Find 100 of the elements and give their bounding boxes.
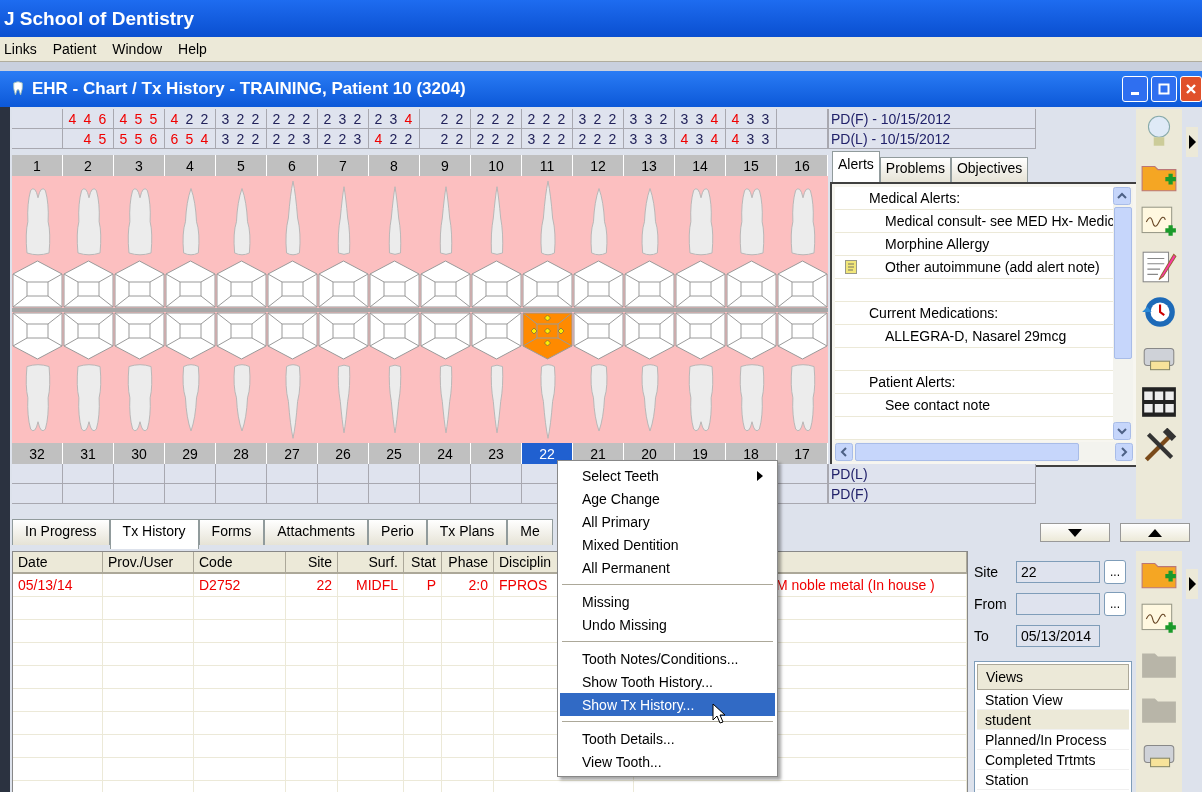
pocket-depth-value: 3 [694, 130, 705, 147]
field-label: From [974, 596, 1008, 612]
pocket-depth-value: 2 [607, 130, 618, 147]
pocket-depth-value: 4 [373, 130, 384, 147]
pocket-depth-value: 2 [373, 110, 384, 127]
pocket-depth-value: 4 [679, 130, 690, 147]
pocket-depth-value: 3 [352, 130, 363, 147]
field-label: To [974, 628, 990, 644]
pocket-depth-value: 3 [658, 130, 669, 147]
table-cell: P [404, 574, 442, 597]
pocket-depth-label: PD(L) [828, 464, 1036, 484]
pocket-depth-value: 3 [694, 110, 705, 127]
views-header: Views [977, 664, 1129, 690]
pocket-depth-value: 4 [730, 110, 741, 127]
pocket-depth-value: 2 [235, 130, 246, 147]
pocket-depth-value: 6 [169, 130, 180, 147]
pocket-depth-value: 2 [592, 110, 603, 127]
pocket-depth-value: 3 [220, 130, 231, 147]
pocket-depth-value: 6 [148, 130, 159, 147]
alert-item: ALLEGRA-D, Nasarel 29mcg [884, 328, 1067, 344]
pocket-depth-value: 2 [490, 110, 501, 127]
pocket-depth-value: 2 [322, 110, 333, 127]
pocket-depth-value: 5 [133, 110, 144, 127]
table-cell: 05/13/14 [13, 574, 103, 597]
pocket-depth-value: 6 [97, 110, 108, 127]
pocket-depth-value: 3 [577, 110, 588, 127]
pocket-depth-value: 2 [271, 130, 282, 147]
pocket-depth-value: 4 [169, 110, 180, 127]
pocket-depth-value: 2 [235, 110, 246, 127]
pocket-depth-value: 2 [454, 110, 465, 127]
pocket-depth-value: 3 [745, 130, 756, 147]
pocket-depth-value: 2 [556, 110, 567, 127]
pocket-depth-value: 2 [439, 110, 450, 127]
table-cell: 22 [286, 574, 338, 597]
pocket-depth-value: 4 [67, 110, 78, 127]
pocket-depth-value: 2 [541, 130, 552, 147]
pocket-depth-value: 3 [643, 130, 654, 147]
pocket-depth-value: 2 [271, 110, 282, 127]
pocket-depth-value: 3 [679, 110, 690, 127]
app-title: J School of Dentistry [4, 7, 195, 30]
alert-item: Morphine Allergy [884, 236, 990, 252]
alert-heading: Medical Alerts: [868, 190, 961, 206]
pocket-depth-label: PD(F) - 10/15/2012 [828, 109, 1036, 129]
pocket-depth-value: 2 [352, 110, 363, 127]
pocket-depth-value: 4 [118, 110, 129, 127]
pocket-depth-value: 2 [490, 130, 501, 147]
pocket-depth-value: 2 [301, 110, 312, 127]
pocket-depth-value: 4 [199, 130, 210, 147]
pocket-depth-value: 2 [439, 130, 450, 147]
pocket-depth-value: 3 [301, 130, 312, 147]
pocket-depth-value: 3 [526, 130, 537, 147]
pocket-depth-value: 5 [184, 130, 195, 147]
pocket-depth-value: 2 [454, 130, 465, 147]
pocket-depth-value: 2 [475, 110, 486, 127]
alert-heading: Current Medications: [868, 305, 999, 321]
pocket-depth-value: 3 [628, 130, 639, 147]
pocket-depth-value: 5 [97, 130, 108, 147]
pocket-depth-value: 3 [643, 110, 654, 127]
pocket-depth-value: 4 [82, 110, 93, 127]
pocket-depth-value: 3 [745, 110, 756, 127]
pocket-depth-value: 2 [286, 130, 297, 147]
pocket-depth-value: 2 [403, 130, 414, 147]
pocket-depth-value: 2 [475, 130, 486, 147]
pocket-depth-value: 2 [556, 130, 567, 147]
pocket-depth-value: 4 [730, 130, 741, 147]
pocket-depth-value: 4 [403, 110, 414, 127]
alert-heading: Patient Alerts: [868, 374, 956, 390]
pocket-depth-value: 3 [388, 110, 399, 127]
pocket-depth-value: 5 [133, 130, 144, 147]
field-label: Site [974, 564, 1000, 580]
pocket-depth-value: 3 [760, 130, 771, 147]
pocket-depth-value: 2 [199, 110, 210, 127]
pocket-depth-value: 2 [184, 110, 195, 127]
pocket-depth-value: 2 [505, 130, 516, 147]
pocket-depth-value: 2 [607, 110, 618, 127]
pocket-depth-value: 4 [709, 110, 720, 127]
pocket-depth-value: 4 [82, 130, 93, 147]
table-cell: D2752 [194, 574, 286, 597]
pocket-depth-value: 2 [526, 110, 537, 127]
alert-item: Other autoimmune (add alert note) [884, 259, 1100, 275]
pocket-depth-value: 5 [118, 130, 129, 147]
pocket-depth-value: 2 [541, 110, 552, 127]
pocket-depth-value: 2 [250, 110, 261, 127]
pocket-depth-value: 2 [250, 130, 261, 147]
table-cell: MIDFL [338, 574, 404, 597]
table-cell: 2:0 [442, 574, 494, 597]
window-title: EHR - Chart / Tx History - TRAINING, Patient 10 (3204) [32, 79, 467, 99]
pocket-depth-label: PD(L) - 10/15/2012 [828, 129, 1036, 149]
pocket-depth-value: 4 [709, 130, 720, 147]
pocket-depth-value: 2 [658, 110, 669, 127]
pocket-depth-value: 2 [577, 130, 588, 147]
pocket-depth-value: 5 [148, 110, 159, 127]
pocket-depth-value: 2 [322, 130, 333, 147]
pocket-depth-value: 2 [592, 130, 603, 147]
pocket-depth-value: 3 [628, 110, 639, 127]
pocket-depth-value: 3 [220, 110, 231, 127]
alert-item: See contact note [884, 397, 991, 413]
pocket-depth-value: 2 [388, 130, 399, 147]
pocket-depth-label: PD(F) [828, 484, 1036, 504]
pocket-depth-value: 2 [505, 110, 516, 127]
